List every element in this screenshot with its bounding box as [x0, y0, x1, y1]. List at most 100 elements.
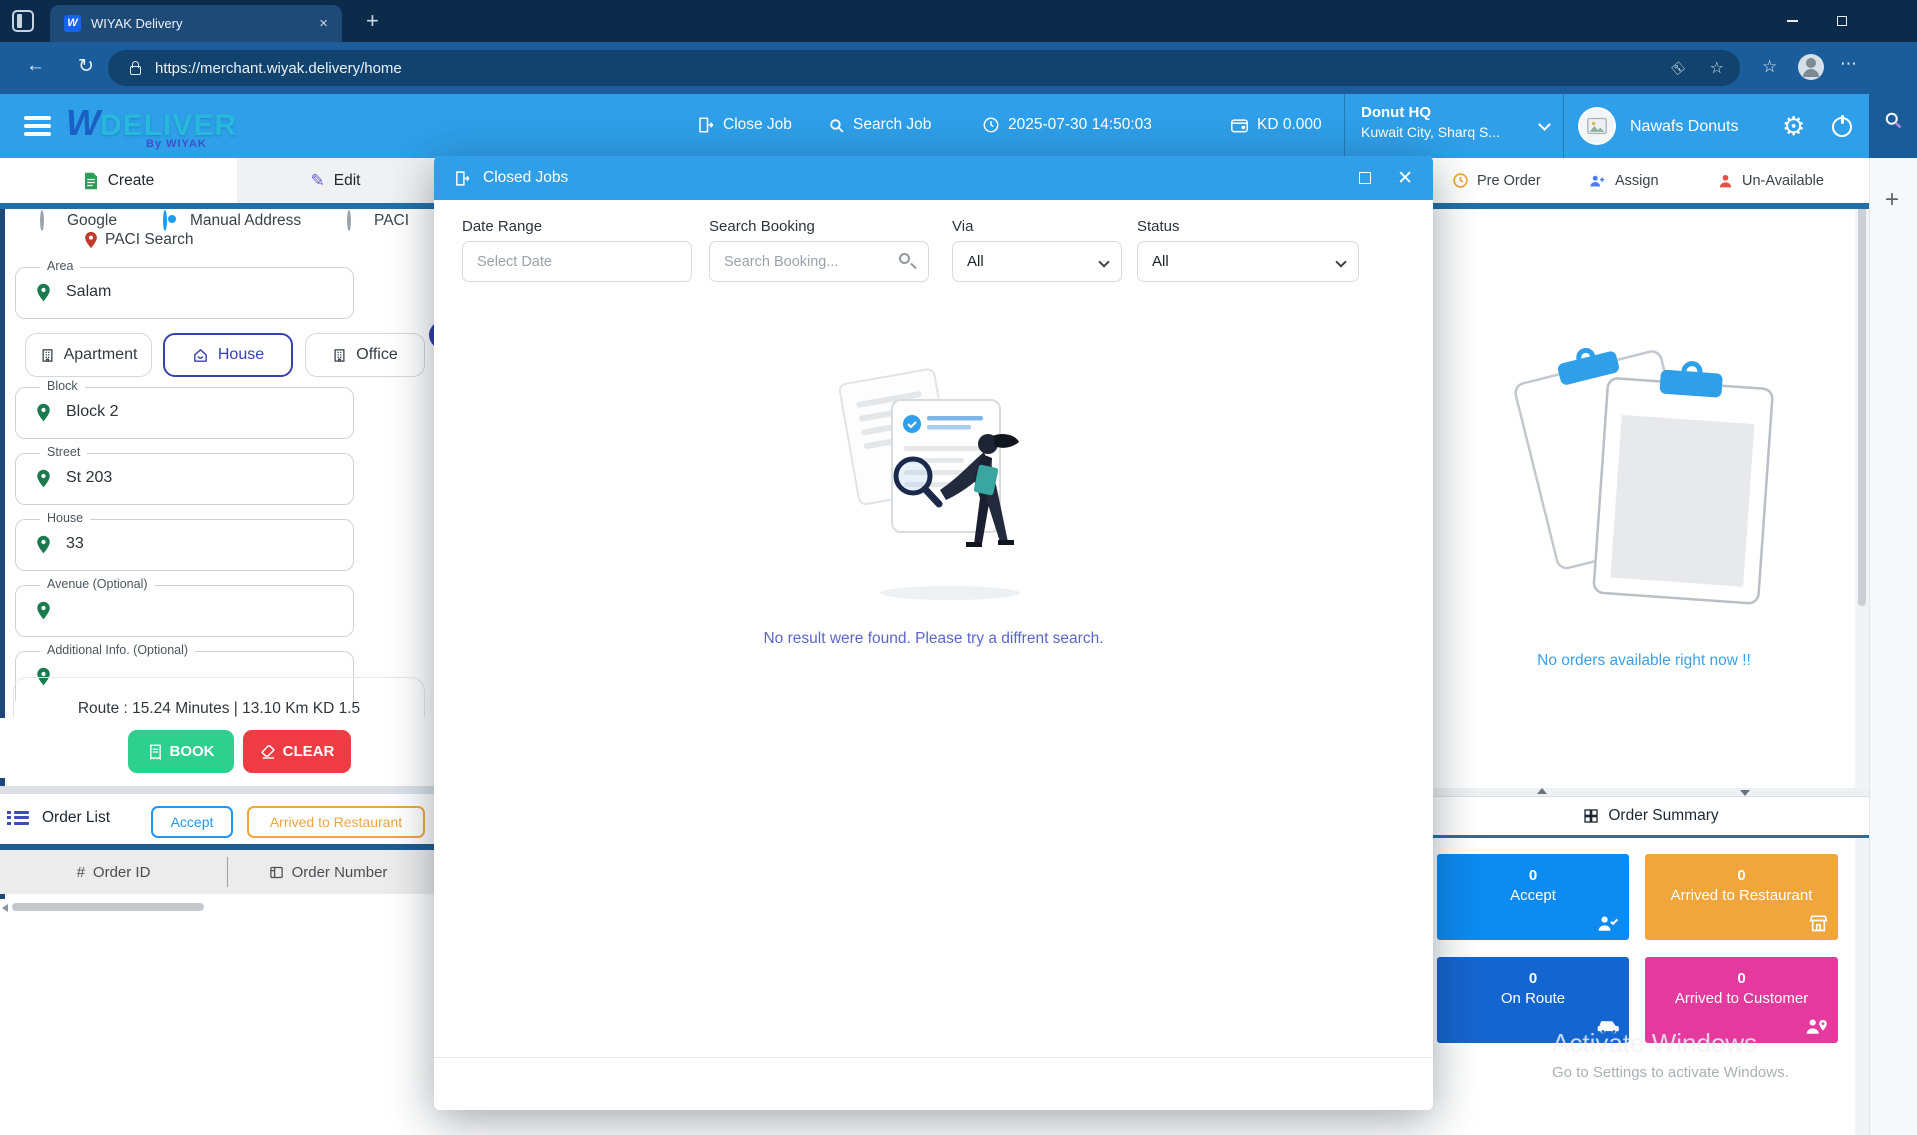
via-label: Via: [952, 218, 973, 235]
modal-close-icon[interactable]: ✕: [1397, 167, 1413, 190]
house-number-field[interactable]: House 33: [15, 519, 354, 571]
house-label: House: [218, 346, 264, 364]
block-field[interactable]: Block Block 2: [15, 387, 354, 439]
tile-accept[interactable]: 0 Accept: [1437, 854, 1629, 940]
sidebar-search-icon[interactable]: [1883, 110, 1903, 130]
tab-assign[interactable]: Assign: [1589, 158, 1659, 203]
order-list-icon: [14, 808, 29, 827]
building-house-button[interactable]: House ✓: [163, 333, 293, 377]
address-bar[interactable]: https://merchant.wiyak.delivery/home ⚿ ☆: [108, 50, 1740, 86]
date-range-input[interactable]: [462, 241, 692, 282]
left-tabs-underline: [0, 203, 434, 209]
favorites-list-icon[interactable]: ☆: [1762, 57, 1777, 77]
paci-search-label: PACI Search: [105, 231, 193, 249]
radio-manual-label[interactable]: Manual Address: [190, 212, 301, 230]
modal-maximize-icon[interactable]: [1359, 172, 1371, 184]
assign-icon: [1589, 173, 1607, 189]
building-apartment-button[interactable]: Apartment: [25, 333, 152, 377]
grid-icon: [1583, 808, 1599, 824]
col-order-id-label: Order ID: [93, 864, 151, 881]
tab-close-icon[interactable]: ×: [315, 15, 332, 32]
wallet-balance[interactable]: KD 0.000: [1230, 116, 1322, 134]
browser-urlbar: ← ↻ https://merchant.wiyak.delivery/home…: [0, 42, 1917, 94]
house-number-value: 33: [66, 535, 84, 553]
tab-assign-label: Assign: [1615, 173, 1659, 189]
tile-arrived-restaurant-count: 0: [1645, 867, 1838, 884]
clear-button[interactable]: CLEAR: [243, 730, 351, 773]
page-scrollbar[interactable]: [1855, 158, 1869, 1135]
filter-accept-button[interactable]: Accept: [151, 806, 233, 838]
sidebar-strip-top: [1869, 0, 1917, 42]
area-field[interactable]: Area Salam: [15, 267, 354, 319]
url-text[interactable]: https://merchant.wiyak.delivery/home: [155, 60, 1647, 77]
workspace-icon[interactable]: [12, 10, 34, 32]
person-check-icon: [1596, 913, 1620, 933]
create-doc-icon: [83, 172, 99, 190]
status-select[interactable]: All: [1137, 241, 1359, 282]
pin-icon: [36, 403, 51, 422]
close-job-button[interactable]: Close Job: [697, 116, 792, 134]
password-key-icon[interactable]: ⚿: [1669, 58, 1688, 78]
route-summary-box: Route : 15.24 Minutes | 13.10 Km KD 1.5: [13, 677, 425, 718]
tile-arrived-restaurant-label: Arrived to Restaurant: [1645, 887, 1838, 904]
col-order-id[interactable]: # Order ID: [0, 864, 227, 881]
browser-tab[interactable]: W WIYAK Delivery ×: [50, 5, 342, 42]
tab-pre-order[interactable]: Pre Order: [1452, 158, 1541, 203]
search-booking-input[interactable]: [709, 241, 929, 282]
radio-paci-label[interactable]: PACI: [374, 212, 409, 230]
tab-create-label: Create: [108, 172, 155, 190]
right-tabs-underline: [1433, 203, 1869, 209]
modal-header[interactable]: Closed Jobs ✕: [434, 156, 1433, 200]
col-order-number[interactable]: Order Number: [228, 864, 428, 881]
book-button[interactable]: BOOK: [128, 730, 234, 773]
order-table-hscrollbar[interactable]: [12, 903, 204, 911]
avenue-field[interactable]: Avenue (Optional): [15, 585, 354, 637]
edit-pencil-icon: ✎: [311, 171, 325, 191]
tile-arrived-restaurant[interactable]: 0 Arrived to Restaurant: [1645, 854, 1838, 940]
door-exit-icon: [454, 170, 471, 187]
minimize-button[interactable]: [1767, 0, 1817, 42]
more-menu-icon[interactable]: ⋯: [1840, 54, 1857, 74]
block-value: Block 2: [66, 403, 118, 421]
profile-avatar-icon[interactable]: [1798, 54, 1824, 80]
header-timestamp: 2025-07-30 14:50:03: [1008, 116, 1152, 134]
merchant-avatar[interactable]: [1578, 107, 1616, 145]
search-icon: [899, 253, 910, 264]
branch-selector[interactable]: Donut HQ Kuwait City, Sharq S...: [1344, 94, 1564, 158]
edge-sidebar: + ⚙: [1869, 158, 1917, 1135]
tab-create[interactable]: Create: [0, 158, 237, 203]
maximize-button[interactable]: [1817, 0, 1867, 42]
sidebar-add-icon[interactable]: +: [1885, 186, 1899, 214]
tab-unavailable[interactable]: Un-Available: [1717, 158, 1824, 203]
no-results-message: No result were found. Please try a diffr…: [434, 630, 1433, 648]
left-tabs: Create ✎ Edit: [0, 158, 434, 203]
route-text: Route : 15.24 Minutes | 13.10 Km KD 1.5: [14, 678, 424, 718]
status-label: Status: [1137, 218, 1180, 235]
back-icon[interactable]: ←: [26, 55, 45, 77]
radio-paci[interactable]: [347, 212, 351, 230]
refresh-icon[interactable]: ↻: [78, 55, 94, 78]
radio-google-label[interactable]: Google: [67, 212, 117, 230]
favorite-star-icon[interactable]: ☆: [1710, 58, 1724, 78]
block-label: Block: [40, 379, 85, 393]
building-office-button[interactable]: Office: [305, 333, 425, 377]
hscroll-left-arrow[interactable]: [2, 904, 8, 912]
search-job-button[interactable]: Search Job: [828, 116, 931, 134]
new-tab-button[interactable]: +: [366, 8, 379, 34]
paci-search-link[interactable]: PACI Search: [84, 231, 193, 249]
divider-up-arrow[interactable]: [1537, 788, 1547, 794]
browser-titlebar: W WIYAK Delivery × + ×: [0, 0, 1917, 42]
header-clock: 2025-07-30 14:50:03: [982, 116, 1152, 134]
settings-gear-icon[interactable]: ⚙: [1782, 111, 1805, 142]
street-field[interactable]: Street St 203: [15, 453, 354, 505]
power-icon[interactable]: [1832, 117, 1852, 137]
radio-google[interactable]: [40, 212, 44, 230]
via-select[interactable]: All: [952, 241, 1122, 282]
tab-edit[interactable]: ✎ Edit: [237, 158, 434, 203]
branch-location: Kuwait City, Sharq S...: [1361, 124, 1537, 140]
radio-manual-address[interactable]: [163, 212, 167, 230]
hamburger-menu-icon[interactable]: [24, 112, 51, 140]
sidebar-strip-mid: [1869, 42, 1917, 94]
scrollbar-thumb[interactable]: [1858, 166, 1866, 606]
filter-arrived-button[interactable]: Arrived to Restaurant: [247, 806, 425, 838]
